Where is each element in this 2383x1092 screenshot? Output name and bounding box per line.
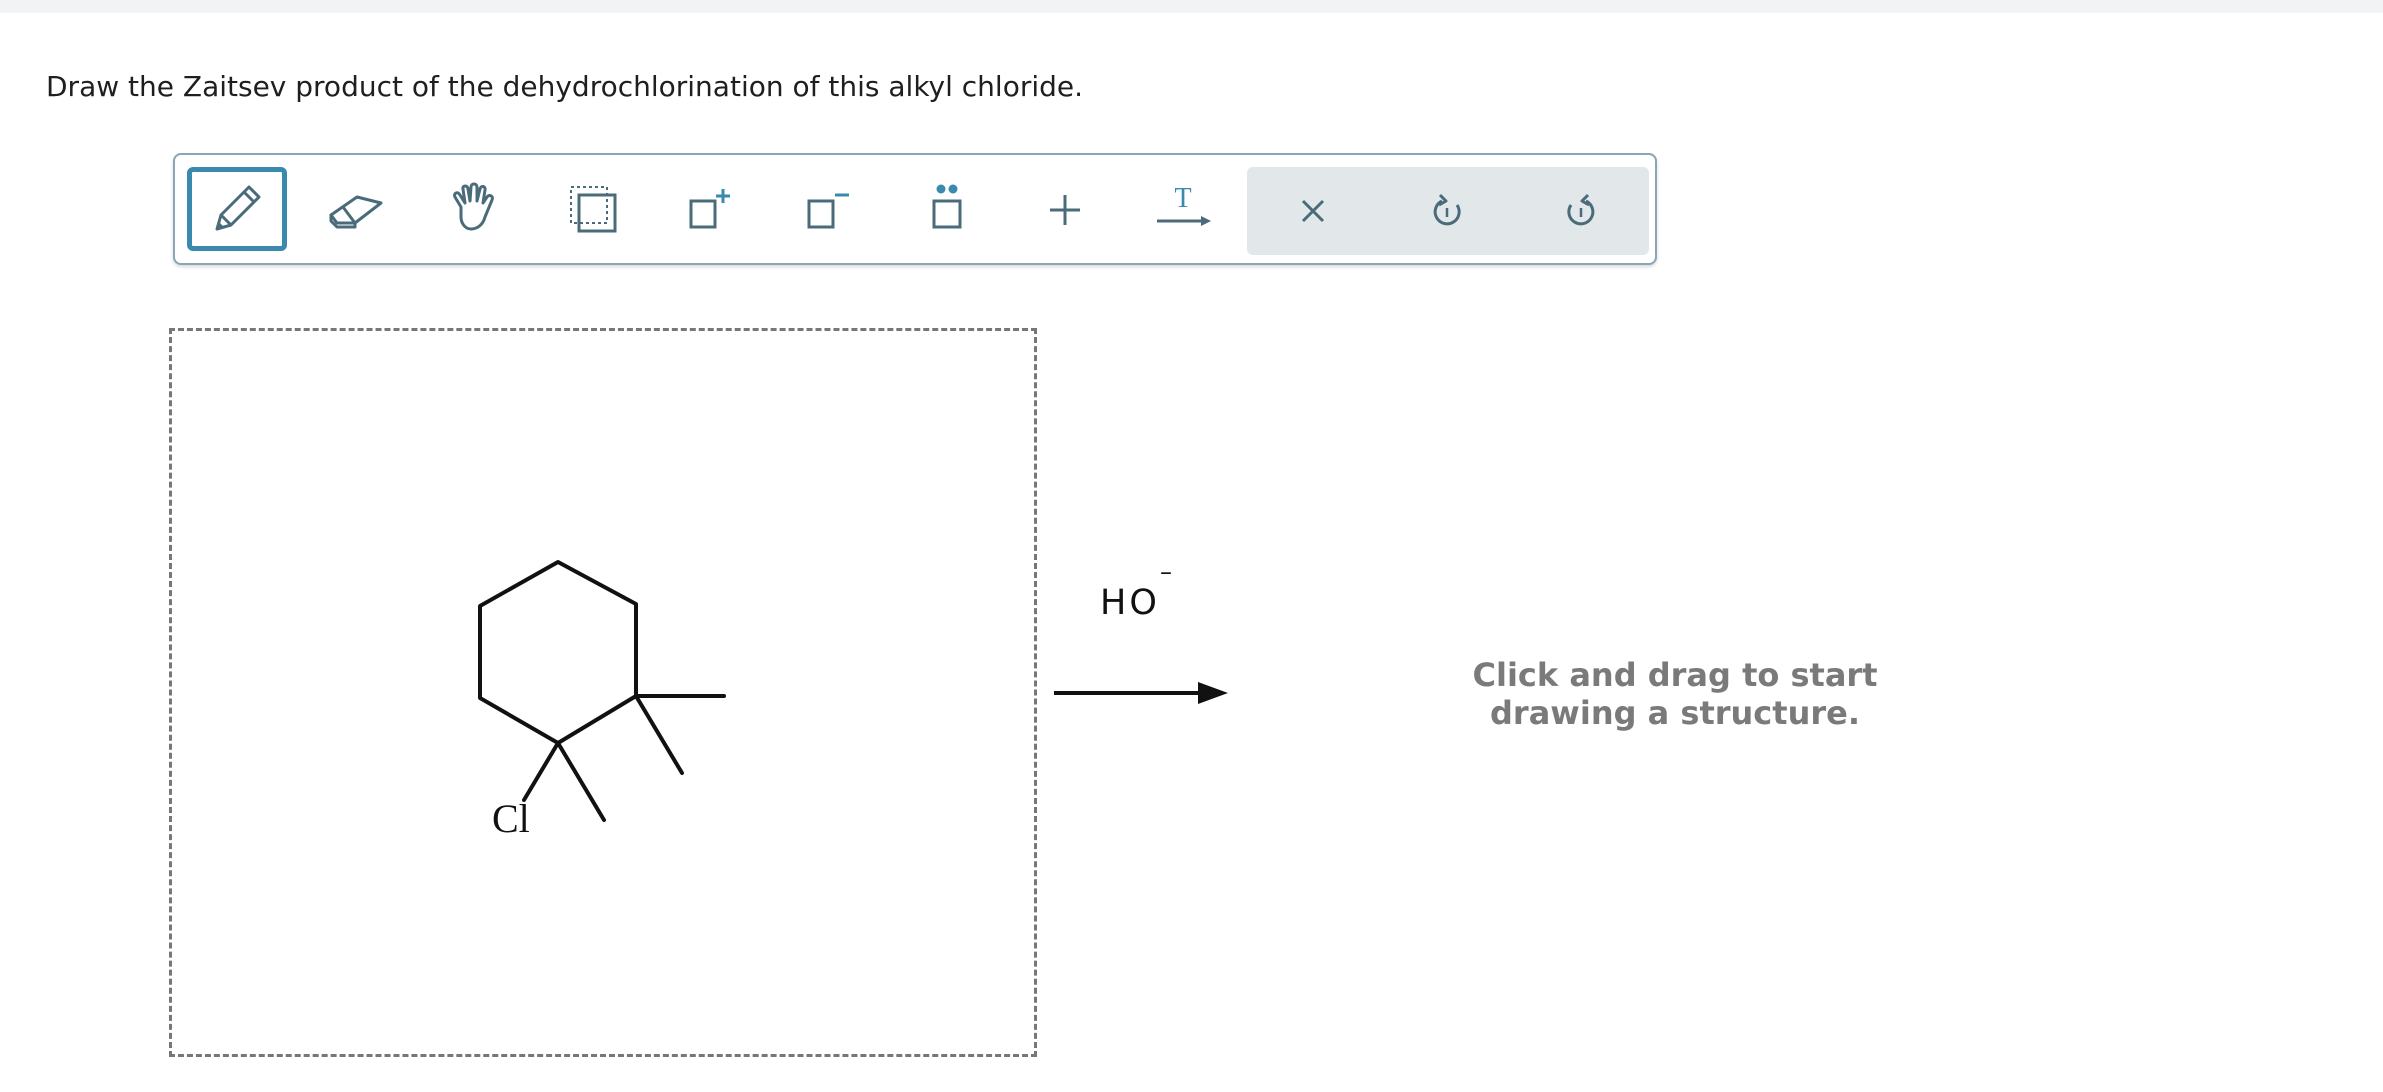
- lone-pair-icon: [932, 184, 962, 229]
- negative-charge-icon: [807, 193, 849, 229]
- eraser-icon: [329, 195, 383, 229]
- positive-charge-icon: [689, 189, 730, 229]
- plus-sign-tool-button[interactable]: [1015, 167, 1115, 251]
- clear-button[interactable]: [1263, 169, 1363, 253]
- redo-button[interactable]: [1531, 169, 1631, 253]
- question-text: Draw the Zaitsev product of the dehydroc…: [46, 70, 1084, 103]
- reaction-arrow: [1054, 682, 1228, 704]
- redo-icon: [1567, 193, 1595, 226]
- plus-icon: [1050, 195, 1080, 225]
- text-arrow-tool-button[interactable]: T: [1133, 167, 1233, 251]
- hint-line-1: Click and drag to start: [1472, 656, 1878, 694]
- hint-line-2: drawing a structure.: [1490, 694, 1860, 732]
- drawing-toolbar: T: [173, 153, 1657, 265]
- lone-pair-tool-button[interactable]: [897, 167, 997, 251]
- reagent-charge: –: [1160, 558, 1172, 586]
- select-tool-button[interactable]: [543, 167, 643, 251]
- text-arrow-icon: T: [1157, 183, 1211, 226]
- select-box-icon: [570, 186, 617, 233]
- positive-charge-tool-button[interactable]: [661, 167, 761, 251]
- text-tool-letter: T: [1174, 183, 1191, 214]
- undo-icon: [1433, 193, 1461, 226]
- reagent-label: HO: [1100, 583, 1160, 623]
- undo-button[interactable]: [1397, 169, 1497, 253]
- eraser-tool-button[interactable]: [305, 167, 405, 251]
- chlorine-atom-label: Cl: [492, 796, 530, 841]
- pencil-icon: [215, 185, 261, 231]
- edit-actions-group: [1247, 167, 1649, 255]
- reactant-canvas[interactable]: [169, 328, 1037, 1057]
- top-strip: [0, 0, 2383, 13]
- hand-tool-button[interactable]: [425, 167, 525, 251]
- product-drawing-hint[interactable]: Click and drag to start drawing a struct…: [1400, 656, 1950, 732]
- negative-charge-tool-button[interactable]: [779, 167, 879, 251]
- close-icon: [1301, 199, 1325, 223]
- hand-icon: [453, 182, 494, 231]
- pencil-tool-button[interactable]: [187, 167, 287, 251]
